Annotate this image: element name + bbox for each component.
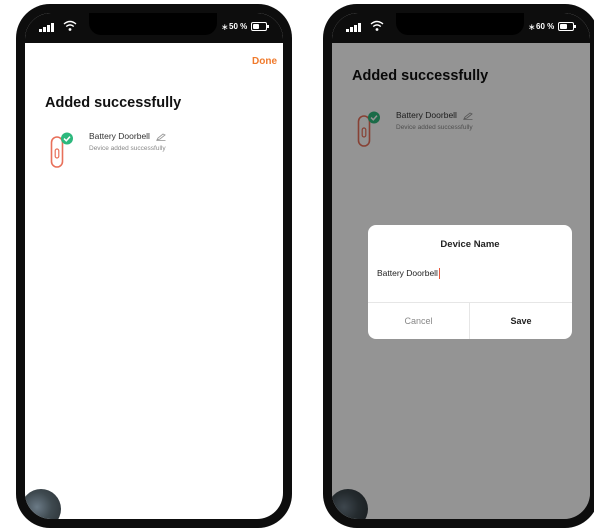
- device-item[interactable]: Battery Doorbell Device added successful…: [50, 128, 280, 172]
- notch: [396, 13, 524, 35]
- battery-tip: [267, 25, 269, 28]
- text-cursor: [438, 268, 441, 280]
- battery-icon: [558, 22, 576, 31]
- done-button[interactable]: Done: [252, 56, 277, 67]
- battery-fill: [253, 24, 259, 29]
- device-name-input[interactable]: Battery Doorbell: [377, 268, 441, 280]
- signal-icon: [39, 23, 55, 32]
- device-name-dialog: Device Name Battery Doorbell Cancel Save: [368, 225, 572, 339]
- battery-tip: [574, 25, 576, 28]
- phone-right: ∗ 60 % Added successfully Battery Doorbe…: [323, 4, 594, 528]
- battery-percent: 60 %: [536, 22, 555, 31]
- avatar: [25, 489, 61, 519]
- battery-icon: [251, 22, 269, 31]
- page-title: Added successfully: [45, 95, 182, 111]
- save-button[interactable]: Save: [470, 310, 572, 332]
- edit-pencil-icon[interactable]: [156, 133, 167, 141]
- battery-fill: [560, 24, 568, 29]
- cancel-button[interactable]: Cancel: [368, 310, 469, 332]
- wifi-icon: [63, 20, 77, 31]
- battery-percent: 50 %: [229, 22, 248, 31]
- phone-left: ∗ 50 % Done Added successfully Battery D…: [16, 4, 292, 528]
- bluetooth-icon: ∗: [221, 22, 229, 32]
- notch: [89, 13, 217, 35]
- success-check-icon: [61, 132, 73, 145]
- status-bar: ∗ 50 %: [25, 13, 283, 43]
- divider: [368, 302, 572, 303]
- signal-icon: [346, 23, 362, 32]
- device-status: Device added successfully: [89, 145, 166, 152]
- screen-right: ∗ 60 % Added successfully Battery Doorbe…: [332, 13, 590, 519]
- device-name: Battery Doorbell: [89, 131, 167, 141]
- screen-left: ∗ 50 % Done Added successfully Battery D…: [25, 13, 283, 519]
- dialog-title: Device Name: [440, 239, 500, 250]
- bluetooth-icon: ∗: [528, 22, 536, 32]
- wifi-icon: [370, 20, 384, 31]
- status-bar: ∗ 60 %: [332, 13, 590, 43]
- doorbell-icon: [50, 132, 73, 168]
